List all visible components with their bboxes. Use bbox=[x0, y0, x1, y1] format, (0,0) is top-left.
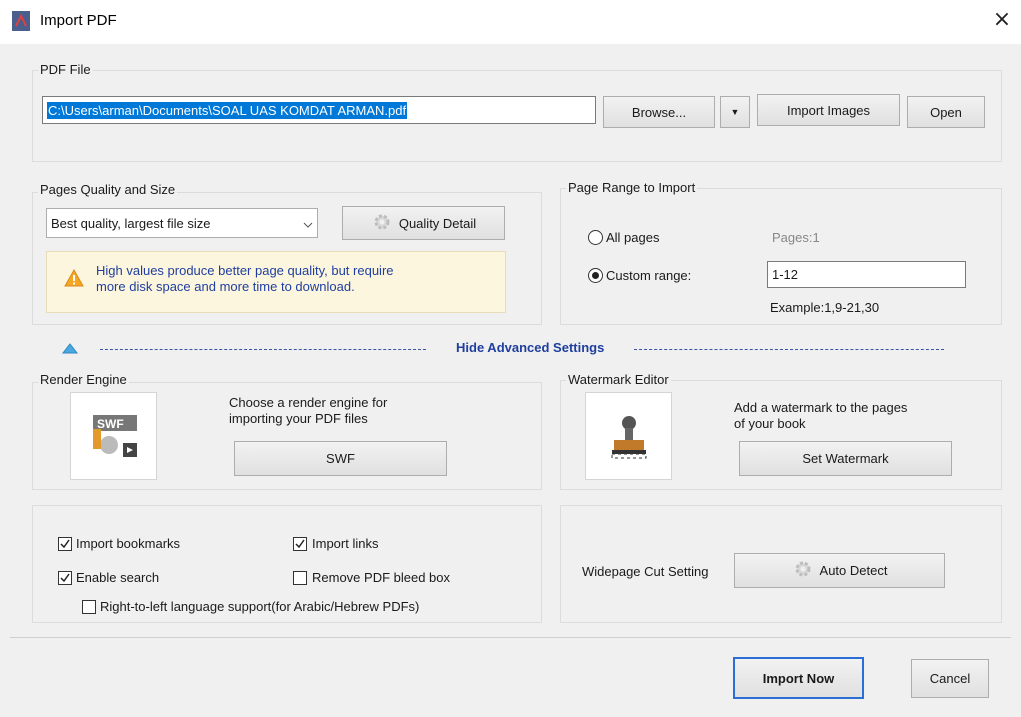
render-engine-description-line1: Choose a render engine for bbox=[229, 395, 388, 410]
close-icon[interactable]: × bbox=[990, 9, 1014, 33]
footer-divider bbox=[10, 637, 1011, 638]
custom-range-input[interactable]: 1-12 bbox=[767, 261, 966, 288]
auto-detect-button[interactable]: Auto Detect bbox=[734, 553, 945, 588]
window-title: Import PDF bbox=[40, 12, 117, 29]
radio-selected-dot bbox=[592, 272, 599, 279]
hide-advanced-settings-link[interactable]: Hide Advanced Settings bbox=[456, 340, 604, 355]
quality-select-value: Best quality, largest file size bbox=[51, 215, 211, 231]
watermark-description: Add a watermark to the pages of your boo… bbox=[734, 400, 907, 432]
pages-count: Pages:1 bbox=[772, 230, 820, 245]
import-now-button[interactable]: Import Now bbox=[733, 657, 864, 699]
chevron-down-icon bbox=[303, 216, 313, 231]
swf-button[interactable]: SWF bbox=[234, 441, 447, 476]
watermark-group-label: Watermark Editor bbox=[566, 372, 671, 387]
enable-search-label[interactable]: Enable search bbox=[76, 570, 159, 585]
watermark-description-line1: Add a watermark to the pages bbox=[734, 400, 908, 415]
remove-bleed-label[interactable]: Remove PDF bleed box bbox=[312, 570, 450, 585]
auto-detect-label: Auto Detect bbox=[819, 563, 888, 578]
app-icon bbox=[12, 11, 30, 31]
separator-right bbox=[634, 349, 944, 350]
render-engine-group-label: Render Engine bbox=[38, 372, 129, 387]
page-range-group-label: Page Range to Import bbox=[566, 180, 698, 195]
browse-button[interactable]: Browse... bbox=[603, 96, 715, 128]
import-bookmarks-checkbox[interactable] bbox=[58, 537, 72, 551]
warning-icon bbox=[64, 268, 84, 290]
render-engine-description: Choose a render engine for importing you… bbox=[229, 395, 387, 427]
all-pages-radio[interactable] bbox=[588, 230, 603, 245]
set-watermark-button[interactable]: Set Watermark bbox=[739, 441, 952, 476]
rtl-support-checkbox[interactable] bbox=[82, 600, 96, 614]
quality-select[interactable]: Best quality, largest file size bbox=[46, 208, 318, 238]
open-button[interactable]: Open bbox=[907, 96, 985, 128]
pdf-path-value: C:\Users\arman\Documents\SOAL UAS KOMDAT… bbox=[47, 101, 408, 119]
range-example: Example:1,9-21,30 bbox=[770, 300, 880, 315]
custom-range-label[interactable]: Custom range: bbox=[606, 268, 691, 283]
gear-icon bbox=[371, 211, 393, 236]
pdf-file-group-label: PDF File bbox=[38, 62, 93, 77]
chevron-down-icon: ▼ bbox=[730, 107, 740, 117]
all-pages-label[interactable]: All pages bbox=[606, 230, 659, 245]
gear-icon bbox=[792, 558, 814, 583]
warning-text: High values produce better page quality,… bbox=[96, 263, 394, 295]
warning-text-line2: more disk space and more time to downloa… bbox=[96, 279, 355, 294]
import-bookmarks-label[interactable]: Import bookmarks bbox=[76, 536, 180, 551]
remove-bleed-checkbox[interactable] bbox=[293, 571, 307, 585]
cancel-button[interactable]: Cancel bbox=[911, 659, 989, 698]
custom-range-value: 1-12 bbox=[772, 267, 799, 282]
import-links-checkbox[interactable] bbox=[293, 537, 307, 551]
browse-dropdown-button[interactable]: ▼ bbox=[720, 96, 750, 128]
watermark-description-line2: of your book bbox=[734, 416, 806, 431]
import-images-button[interactable]: Import Images bbox=[757, 94, 900, 126]
enable-search-checkbox[interactable] bbox=[58, 571, 72, 585]
pdf-path-input[interactable]: C:\Users\arman\Documents\SOAL UAS KOMDAT… bbox=[42, 96, 596, 124]
separator-left bbox=[100, 349, 426, 350]
swf-engine-icon: SWF bbox=[70, 392, 157, 480]
render-engine-description-line2: importing your PDF files bbox=[229, 411, 368, 426]
rtl-support-label[interactable]: Right-to-left language support(for Arabi… bbox=[100, 599, 419, 614]
swf-icon-text: SWF bbox=[97, 417, 124, 431]
title-bar bbox=[0, 0, 1021, 44]
watermark-stamp-icon bbox=[585, 392, 672, 480]
quality-group-label: Pages Quality and Size bbox=[38, 182, 178, 197]
collapse-triangle-icon[interactable] bbox=[61, 342, 79, 357]
quality-detail-button[interactable]: Quality Detail bbox=[342, 206, 505, 240]
quality-detail-label: Quality Detail bbox=[398, 215, 477, 231]
warning-text-line1: High values produce better page quality,… bbox=[96, 263, 394, 278]
custom-range-radio[interactable] bbox=[588, 268, 603, 283]
widepage-cut-label: Widepage Cut Setting bbox=[582, 564, 709, 579]
import-links-label[interactable]: Import links bbox=[312, 536, 378, 551]
